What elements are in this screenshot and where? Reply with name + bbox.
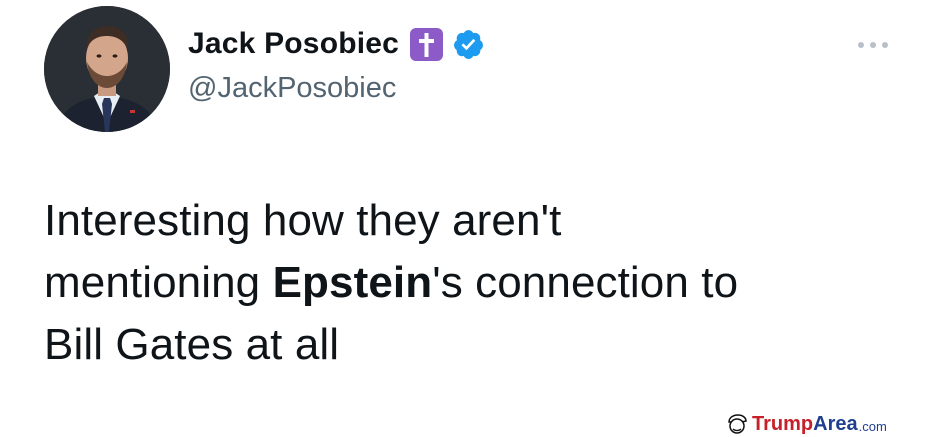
author-handle[interactable]: @JackPosobiec bbox=[188, 72, 396, 105]
tweet-text-line-1: Interesting how they aren't bbox=[44, 196, 562, 245]
tweet-text-line-2-start: mentioning bbox=[44, 258, 273, 307]
verified-badge-icon bbox=[452, 28, 485, 61]
author-display-name[interactable]: Jack Posobiec bbox=[188, 27, 399, 61]
avatar[interactable] bbox=[44, 6, 170, 132]
watermark-com: .com bbox=[858, 418, 887, 434]
watermark-trump: Trump bbox=[752, 412, 814, 435]
trump-area-logo-icon bbox=[728, 414, 747, 434]
tweet-text-line-2: mentioning Epstein's connection to bbox=[44, 252, 904, 314]
more-options-icon[interactable] bbox=[856, 38, 890, 52]
latin-cross-emoji-icon bbox=[409, 27, 444, 62]
watermark-area: Area bbox=[813, 412, 858, 435]
author-name-row: Jack Posobiec bbox=[188, 22, 485, 66]
tweet-text-line-3: Bill Gates at all bbox=[44, 320, 340, 369]
profile-photo-icon bbox=[44, 6, 170, 132]
tweet-text-bold-name: Epstein bbox=[272, 258, 433, 307]
tweet-text: Interesting how they aren't mentioning E… bbox=[44, 190, 904, 376]
watermark: Trump Area .com bbox=[726, 412, 887, 436]
tweet-card: Jack Posobiec @JackPosobiec Interesting … bbox=[0, 0, 940, 437]
tweet-text-line-2-end: 's connection to bbox=[432, 258, 739, 307]
